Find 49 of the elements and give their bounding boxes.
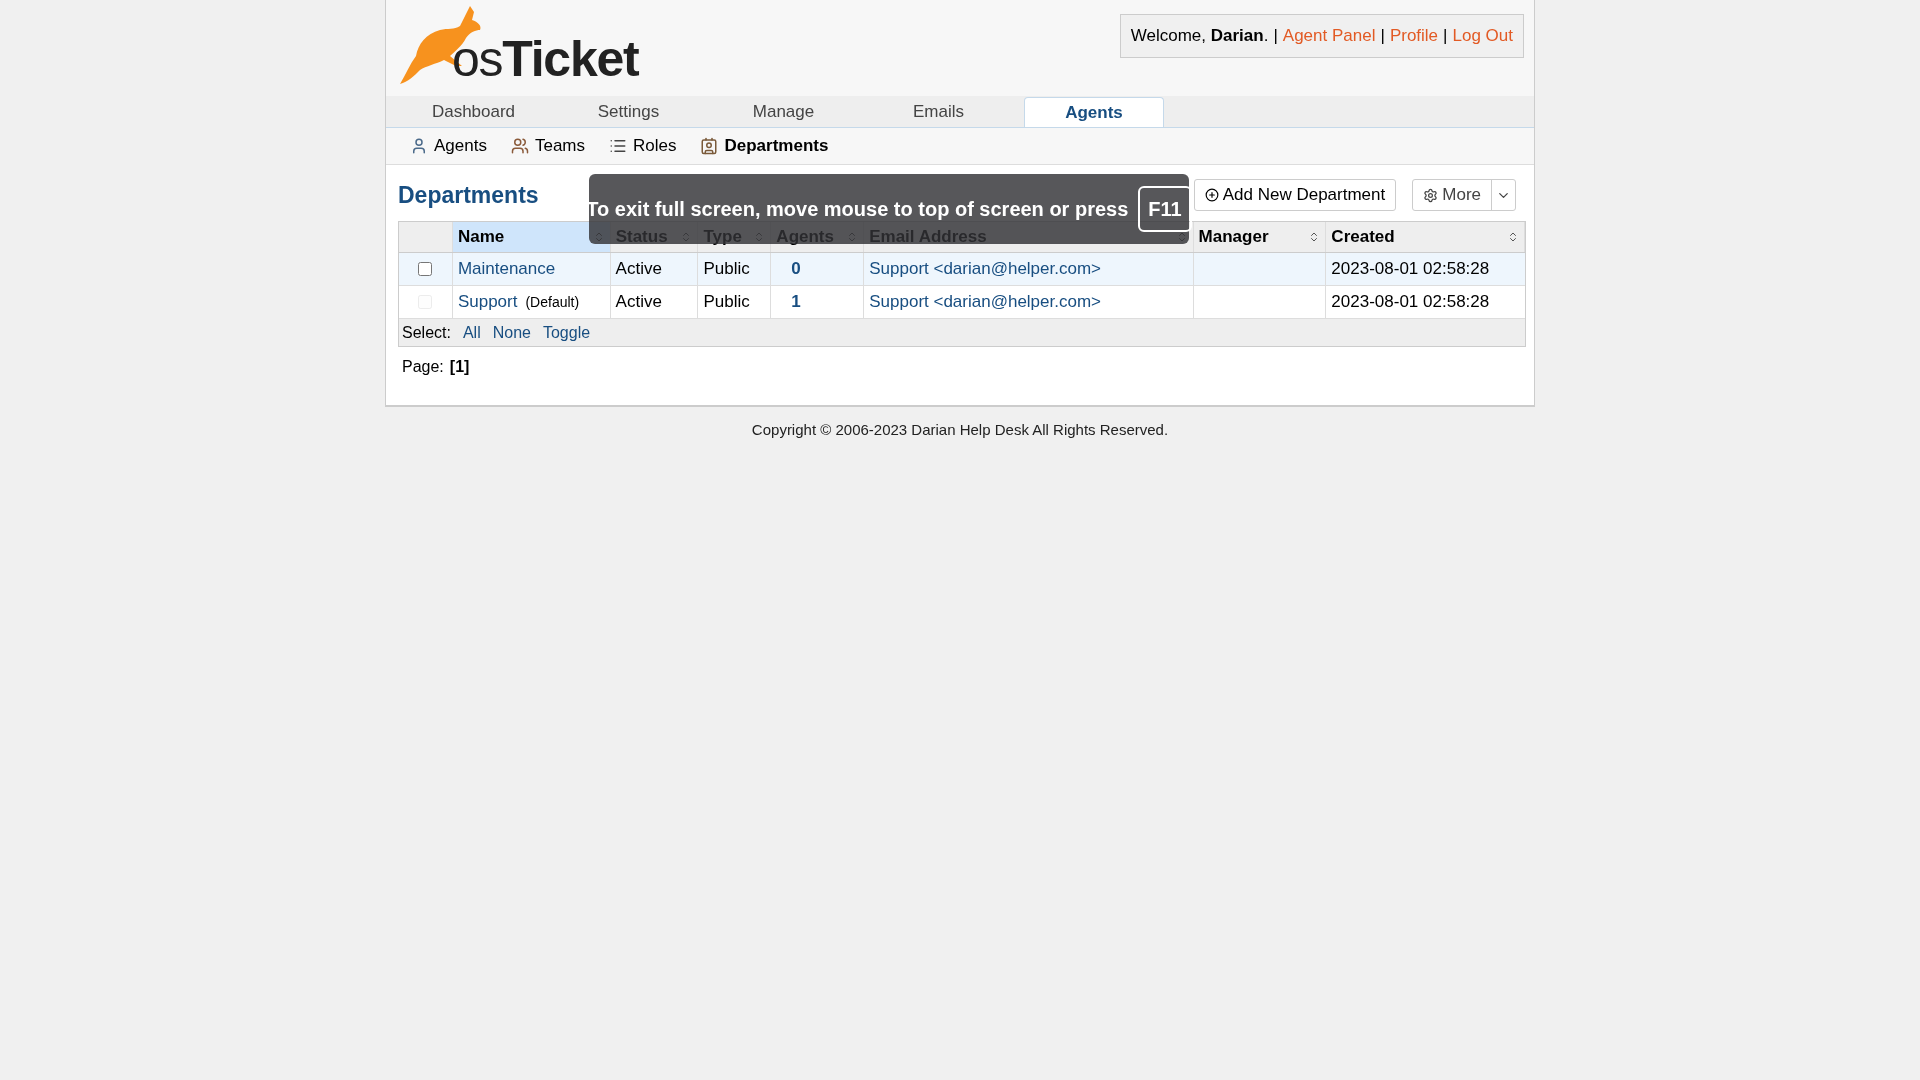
nav-tab[interactable]: Agents bbox=[1024, 97, 1164, 127]
column-header[interactable]: Created bbox=[1326, 222, 1525, 252]
list-icon bbox=[609, 137, 627, 155]
person-icon bbox=[410, 137, 428, 155]
separator: | bbox=[1380, 25, 1385, 47]
column-header[interactable]: Name bbox=[452, 222, 611, 252]
subnav-link[interactable]: Teams bbox=[534, 133, 585, 159]
nav-tab[interactable]: Settings bbox=[551, 97, 706, 127]
type-cell: Public bbox=[698, 286, 772, 318]
status-cell: Active bbox=[610, 286, 699, 318]
settings-icon bbox=[1423, 187, 1439, 203]
select-link[interactable]: None bbox=[492, 320, 531, 345]
contact-card-icon bbox=[700, 137, 719, 155]
subnav-link[interactable]: Departments bbox=[724, 133, 829, 159]
more-label: More bbox=[1442, 184, 1481, 207]
agents-count-link[interactable]: 0 bbox=[791, 256, 801, 282]
created-cell-text: 2023-08-01 02:58:28 bbox=[1330, 258, 1491, 281]
subnav-link[interactable]: Agents bbox=[434, 133, 487, 159]
select-link[interactable]: Toggle bbox=[542, 320, 591, 345]
default-tag: (Default) bbox=[525, 291, 580, 313]
people-icon bbox=[510, 137, 529, 155]
status-cell: Active bbox=[610, 253, 699, 285]
row-checkbox[interactable] bbox=[418, 262, 433, 276]
select-label: Select: bbox=[402, 322, 451, 343]
plus-circle-icon bbox=[1204, 188, 1219, 202]
page-title: Departments bbox=[398, 180, 539, 210]
more-dropdown[interactable]: More bbox=[1412, 179, 1516, 211]
nav-tab[interactable]: Dashboard bbox=[396, 97, 551, 127]
footer-copyright: Copyright © 2006-2023 Darian Help Desk All Rights Reserved. bbox=[750, 420, 1170, 440]
sort-icon bbox=[1507, 231, 1519, 243]
nav-tab[interactable]: Manage bbox=[706, 97, 861, 127]
logo[interactable]: osTicket bbox=[396, 0, 639, 86]
subnav-link[interactable]: Roles bbox=[633, 133, 677, 159]
nav-tab[interactable]: Emails bbox=[861, 97, 1016, 127]
key-badge: F11 bbox=[1138, 186, 1192, 232]
select-link[interactable]: All bbox=[462, 320, 481, 345]
separator: | bbox=[1273, 25, 1278, 47]
department-link[interactable]: Maintenance bbox=[457, 256, 556, 282]
logo-text: osTicket bbox=[452, 34, 639, 84]
created-cell-text: 2023-08-01 02:58:28 bbox=[1330, 291, 1491, 314]
type-cell: Public bbox=[698, 253, 772, 285]
add-department-button[interactable]: Add New Department bbox=[1193, 179, 1397, 211]
welcome-text: Welcome, Darian. bbox=[1130, 25, 1269, 47]
email-link[interactable]: Support <darian@helper.com> bbox=[869, 256, 1101, 282]
notice-text: To exit full screen, move mouse to top of screen or press bbox=[586, 197, 1129, 222]
separator: | bbox=[1443, 25, 1448, 47]
page-label: Page: bbox=[402, 357, 444, 377]
column-header[interactable]: Manager bbox=[1193, 222, 1327, 252]
page-number: [1] bbox=[449, 357, 470, 377]
